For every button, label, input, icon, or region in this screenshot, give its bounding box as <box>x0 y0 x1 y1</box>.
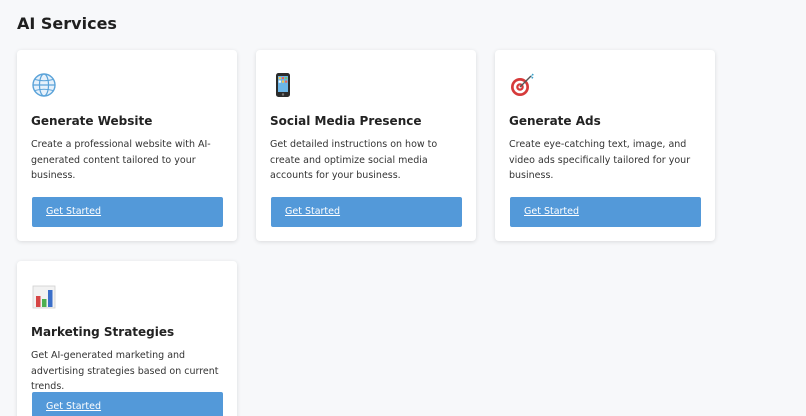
card-title: Social Media Presence <box>270 114 422 128</box>
card-title: Generate Website <box>31 114 153 128</box>
get-started-button[interactable]: Get Started <box>271 197 462 227</box>
service-card-social-media-presence: Social Media Presence Get detailed instr… <box>256 50 476 241</box>
service-card-generate-website: Generate Website Create a professional w… <box>17 50 237 241</box>
page: AI Services Generate Website Create a pr… <box>0 0 806 416</box>
target-dart-icon <box>509 72 535 98</box>
mobile-phone-icon <box>270 72 296 98</box>
service-card-generate-ads: Generate Ads Create eye-catching text, i… <box>495 50 715 241</box>
card-description: Create eye-catching text, image, and vid… <box>509 139 691 181</box>
get-started-button[interactable]: Get Started <box>32 392 223 416</box>
card-description: Get AI-generated marketing and advertisi… <box>31 350 219 392</box>
card-description: Get detailed instructions on how to crea… <box>270 139 438 181</box>
service-card-marketing-strategies: Marketing Strategies Get AI-generated ma… <box>17 261 237 416</box>
globe-icon <box>31 72 57 98</box>
card-description: Create a professional website with AI-ge… <box>31 139 211 181</box>
card-title: Generate Ads <box>509 114 601 128</box>
page-title: AI Services <box>17 14 117 33</box>
get-started-button[interactable]: Get Started <box>510 197 701 227</box>
get-started-button[interactable]: Get Started <box>32 197 223 227</box>
bar-chart-icon <box>31 283 57 309</box>
card-title: Marketing Strategies <box>31 325 175 339</box>
